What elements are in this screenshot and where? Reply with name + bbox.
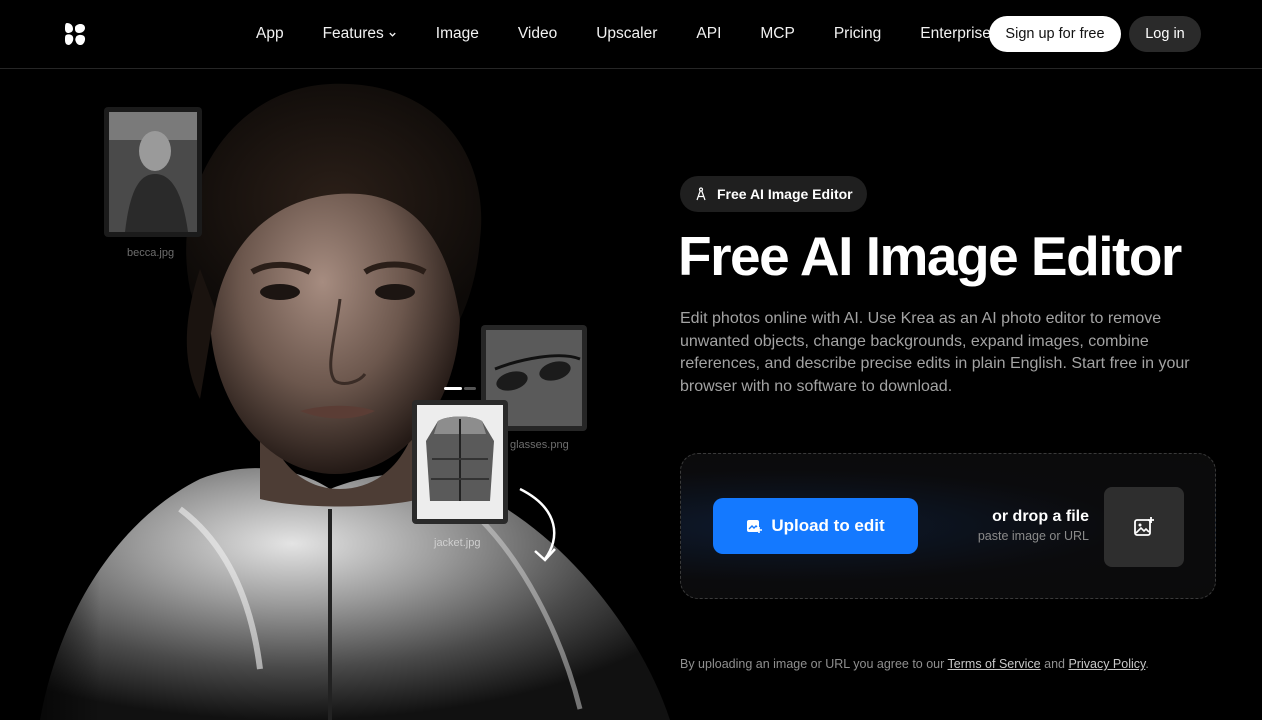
login-button[interactable]: Log in <box>1129 16 1201 52</box>
nav-link-features[interactable]: Features <box>323 25 397 43</box>
top-nav: App Features Image Video Upscaler API MC… <box>0 0 1262 69</box>
paste-image-button[interactable] <box>1104 487 1184 567</box>
thumbnail-becca <box>104 107 202 237</box>
nav-link-label: Upscaler <box>596 25 658 42</box>
hero-illustration: becca.jpg glasses.png jacket.jpg <box>0 69 670 720</box>
terms-notice: By uploading an image or URL you agree t… <box>680 657 1149 671</box>
nav-link-label: Enterprise <box>920 25 990 42</box>
signup-button[interactable]: Sign up for free <box>989 16 1121 52</box>
nav-link-label: MCP <box>760 25 795 42</box>
drop-subtitle: paste image or URL <box>977 529 1089 543</box>
terms-suffix: . <box>1145 657 1149 671</box>
compass-icon <box>696 187 706 201</box>
terms-of-service-link[interactable]: Terms of Service <box>948 657 1041 671</box>
upload-dropzone[interactable]: Upload to edit or drop a file paste imag… <box>680 453 1216 599</box>
badge-label: Free AI Image Editor <box>717 186 853 202</box>
upload-button-label: Upload to edit <box>771 516 885 535</box>
thumbnail-label-glasses: glasses.png <box>510 439 569 451</box>
thumbnail-jacket <box>412 400 508 524</box>
terms-prefix: By uploading an image or URL you agree t… <box>680 657 945 671</box>
nav-link-upscaler[interactable]: Upscaler <box>596 25 657 43</box>
upload-button[interactable]: Upload to edit <box>713 498 918 554</box>
nav-link-label: App <box>256 25 284 42</box>
terms-and: and <box>1044 657 1065 671</box>
nav-link-label: Video <box>517 25 558 42</box>
thumbnail-label-becca: becca.jpg <box>127 247 175 259</box>
nav-link-app[interactable]: App <box>256 25 284 43</box>
nav-link-api[interactable]: API <box>696 25 721 43</box>
page-description: Edit photos online with AI. Use Krea as … <box>680 310 1190 395</box>
nav-links: App Features Image Video Upscaler API MC… <box>256 0 990 68</box>
nav-link-enterprise[interactable]: Enterprise <box>920 25 990 43</box>
krea-logo-icon[interactable] <box>64 22 86 46</box>
hero-portrait <box>0 69 670 720</box>
category-badge: Free AI Image Editor <box>680 176 867 212</box>
upload-image-icon <box>747 520 763 533</box>
chevron-down-icon <box>389 32 396 37</box>
nav-link-pricing[interactable]: Pricing <box>834 25 881 43</box>
page-title: Free AI Image Editor <box>678 225 1182 287</box>
add-image-icon <box>1134 517 1154 536</box>
nav-link-label: Features <box>322 25 384 42</box>
nav-link-image[interactable]: Image <box>436 25 479 43</box>
nav-link-label: Pricing <box>833 25 882 42</box>
nav-link-mcp[interactable]: MCP <box>760 25 794 43</box>
drop-title: or drop a file <box>992 508 1089 525</box>
privacy-policy-link[interactable]: Privacy Policy <box>1068 657 1145 671</box>
nav-link-label: API <box>696 25 722 42</box>
nav-link-video[interactable]: Video <box>518 25 557 43</box>
nav-link-label: Image <box>435 25 479 42</box>
thumbnail-label-jacket: jacket.jpg <box>434 537 481 549</box>
